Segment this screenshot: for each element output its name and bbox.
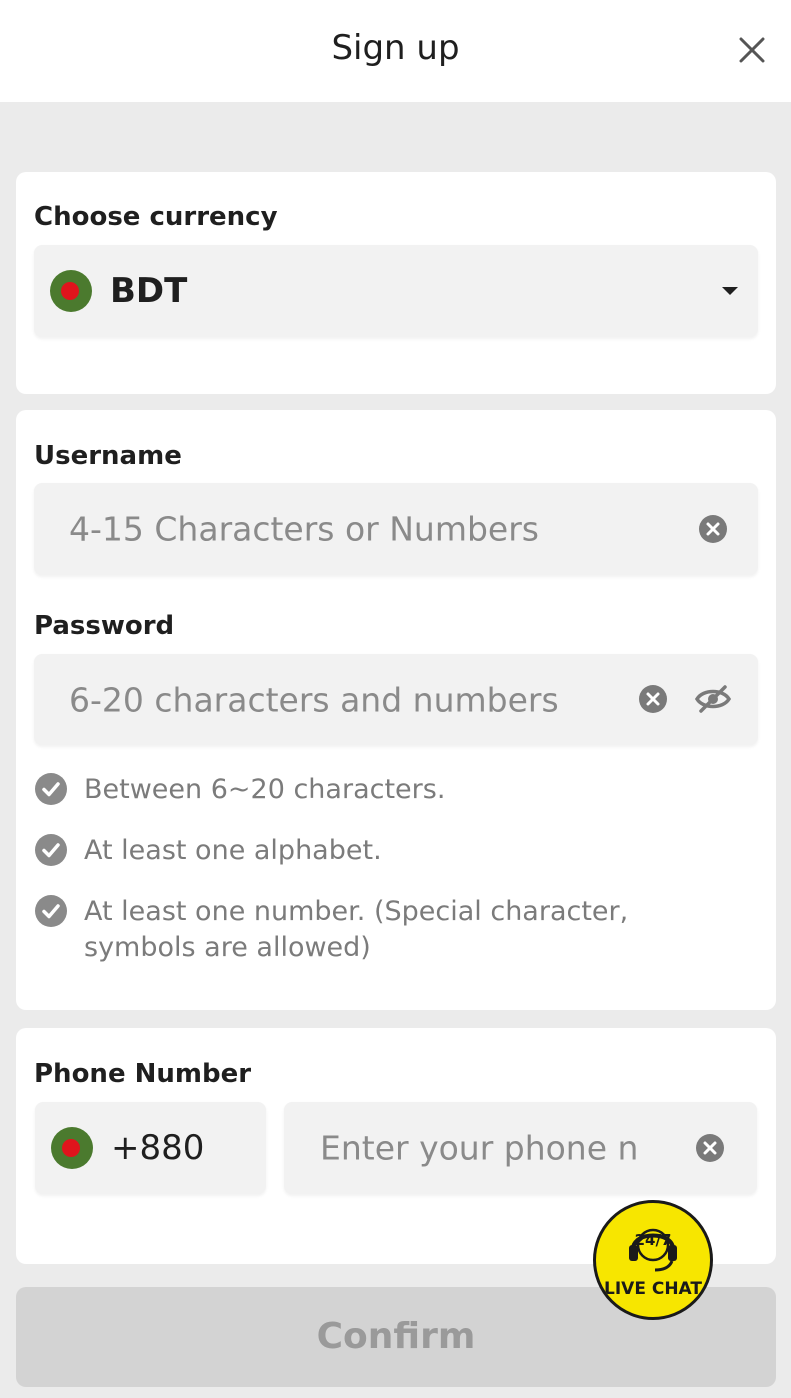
password-placeholder: 6-20 characters and numbers bbox=[69, 680, 559, 719]
caret-down-icon bbox=[722, 287, 738, 295]
live-chat-button[interactable]: 24/7 LIVE CHAT bbox=[593, 1200, 713, 1320]
password-rule-text: At least one number. (Special character,… bbox=[84, 896, 629, 963]
username-input[interactable]: 4-15 Characters or Numbers bbox=[34, 483, 758, 575]
password-rule: At least one number. (Special character,… bbox=[34, 894, 734, 974]
country-code-value: +880 bbox=[111, 1128, 205, 1168]
currency-card: Choose currency BDT bbox=[16, 172, 776, 394]
page-title: Sign up bbox=[331, 28, 460, 68]
username-placeholder: 4-15 Characters or Numbers bbox=[69, 509, 539, 549]
credentials-card: Username 4-15 Characters or Numbers Pass… bbox=[16, 410, 776, 1010]
phone-placeholder: Enter your phone n bbox=[320, 1128, 639, 1168]
clear-circle-icon[interactable] bbox=[695, 1133, 725, 1163]
eye-slash-icon[interactable] bbox=[694, 684, 732, 714]
clear-circle-icon[interactable] bbox=[638, 684, 668, 714]
password-label: Password bbox=[34, 611, 175, 641]
bangladesh-flag-icon bbox=[50, 270, 92, 312]
password-rule-text: At least one alphabet. bbox=[84, 835, 382, 866]
live-chat-label: LIVE CHAT bbox=[604, 1279, 702, 1299]
check-circle-icon bbox=[35, 773, 67, 805]
live-chat-badge: 24/7 bbox=[634, 1231, 672, 1249]
close-icon[interactable] bbox=[734, 32, 770, 68]
password-input[interactable]: 6-20 characters and numbers bbox=[34, 654, 758, 745]
phone-input[interactable]: Enter your phone n bbox=[284, 1102, 757, 1194]
currency-label: Choose currency bbox=[34, 202, 278, 232]
currency-select[interactable]: BDT bbox=[34, 245, 758, 337]
check-circle-icon bbox=[35, 895, 67, 927]
header-bar: Sign up bbox=[0, 0, 791, 102]
currency-value: BDT bbox=[110, 271, 188, 311]
username-label: Username bbox=[34, 441, 182, 471]
country-code-select[interactable]: +880 bbox=[35, 1102, 266, 1194]
check-circle-icon bbox=[35, 834, 67, 866]
password-rule: Between 6~20 characters. bbox=[34, 772, 734, 812]
clear-circle-icon[interactable] bbox=[698, 514, 728, 544]
password-rule-text: Between 6~20 characters. bbox=[84, 774, 446, 805]
phone-label: Phone Number bbox=[34, 1059, 252, 1089]
password-rule: At least one alphabet. bbox=[34, 833, 734, 873]
bangladesh-flag-icon bbox=[51, 1127, 93, 1169]
